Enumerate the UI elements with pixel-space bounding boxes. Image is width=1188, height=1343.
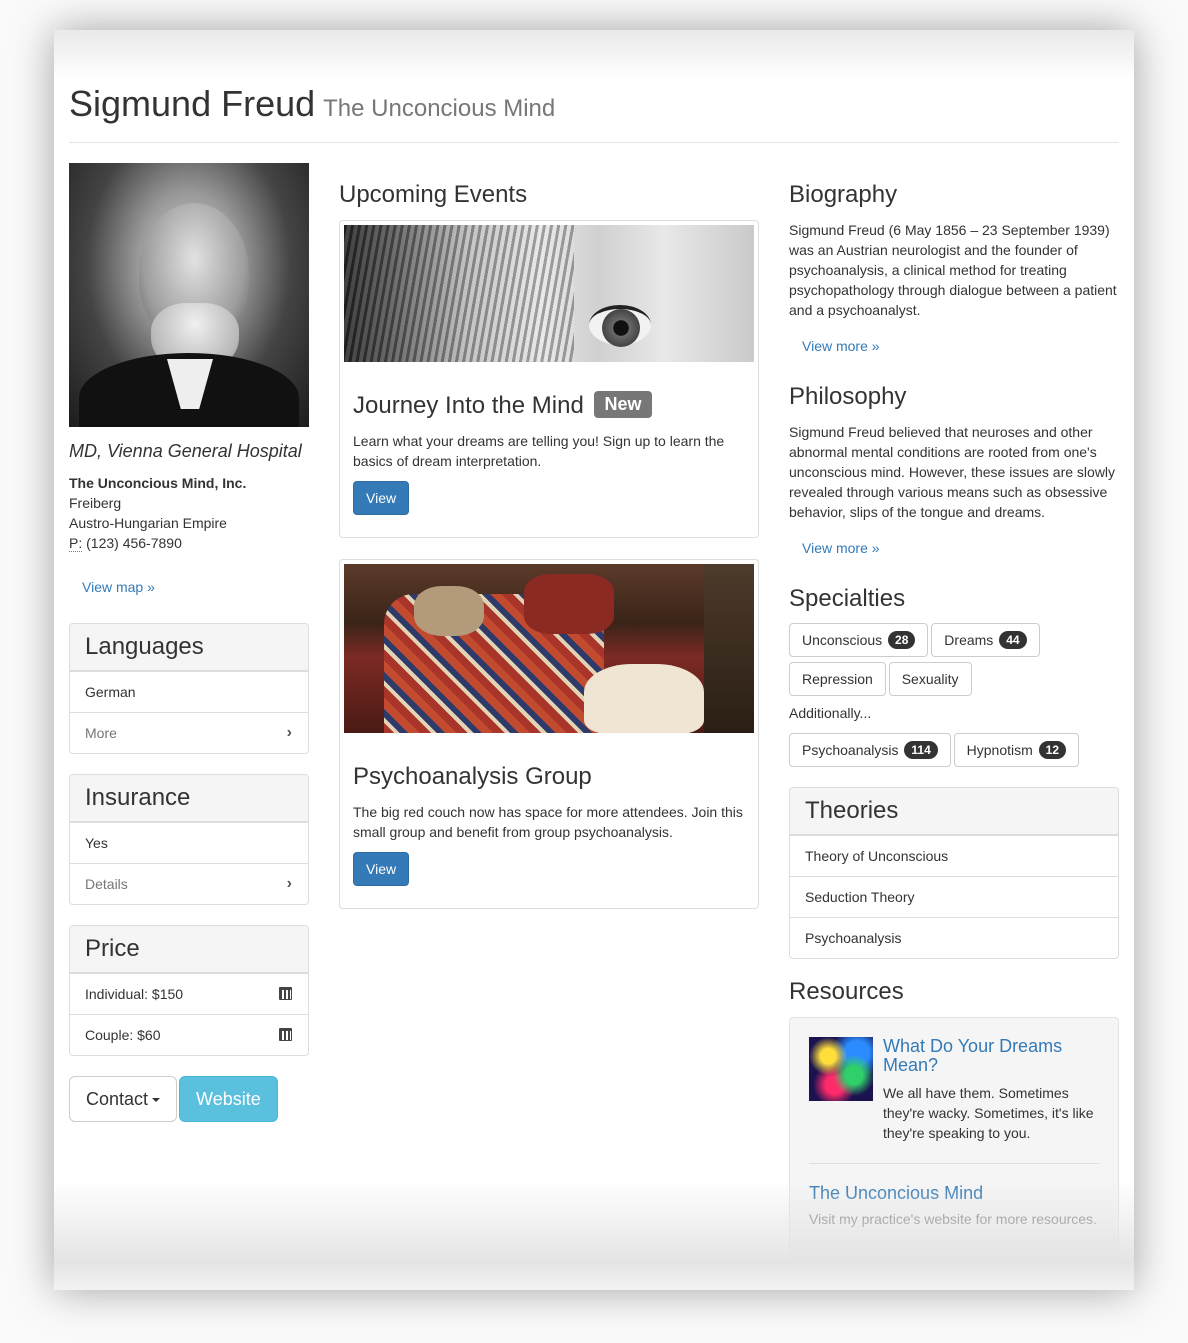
- calendar-icon: [279, 987, 292, 1000]
- page-title: Sigmund Freud The Unconcious Mind: [69, 82, 1119, 131]
- contact-label: Contact: [86, 1089, 149, 1109]
- insurance-heading: Insurance: [70, 775, 308, 822]
- biography-heading: Biography: [789, 181, 898, 208]
- insurance-panel: Insurance Yes Details ›: [69, 774, 309, 905]
- dreams-article-link[interactable]: What Do Your Dreams Mean?: [883, 1037, 1099, 1075]
- resources-well: What Do Your Dreams Mean? We all have th…: [789, 1017, 1119, 1277]
- practice-website-link[interactable]: The Unconcious Mind: [809, 1182, 1099, 1204]
- price-item-couple[interactable]: Couple: $60: [70, 1014, 308, 1055]
- left-column: MD, Vienna General Hospital The Unconcio…: [69, 163, 309, 1122]
- specialty-label: Unconscious: [802, 632, 883, 648]
- address: The Unconcious Mind, Inc. Freiberg Austr…: [69, 473, 309, 553]
- resource-feature: What Do Your Dreams Mean? We all have th…: [809, 1037, 1099, 1143]
- languages-more-item[interactable]: More ›: [70, 712, 308, 753]
- theories-panel: Theories Theory of Unconscious Seduction…: [789, 787, 1119, 959]
- specialty-label: Hypnotism: [966, 742, 1033, 758]
- country: Austro-Hungarian Empire: [69, 515, 227, 531]
- caret-down-icon: [152, 1098, 161, 1103]
- languages-more-label: More: [85, 725, 117, 741]
- website-button[interactable]: Website: [179, 1076, 278, 1122]
- event-description: Learn what your dreams are telling you! …: [353, 433, 725, 469]
- price-heading: Price: [70, 926, 308, 973]
- divider: [809, 1163, 1099, 1164]
- theory-item[interactable]: Theory of Unconscious: [790, 835, 1118, 876]
- philosophy-heading: Philosophy: [789, 383, 907, 410]
- count-badge: 28: [888, 631, 916, 649]
- portrait-image: [69, 163, 309, 427]
- doctor-title: MD, Vienna General Hospital: [69, 441, 302, 461]
- doctor-name: Sigmund Freud: [69, 83, 316, 124]
- theory-item[interactable]: Psychoanalysis: [790, 917, 1118, 958]
- philosophy-view-more-link[interactable]: View more »: [789, 532, 893, 564]
- practice-website-text: Visit my practice's website for more res…: [809, 1211, 1097, 1227]
- contact-dropdown-button[interactable]: Contact: [69, 1076, 178, 1122]
- count-badge: 44: [999, 631, 1027, 649]
- philosophy-text: Sigmund Freud believed that neuroses and…: [789, 424, 1116, 520]
- action-buttons: Contact Website: [69, 1076, 309, 1122]
- company-name: The Unconcious Mind, Inc.: [69, 475, 247, 491]
- view-event-button[interactable]: View: [353, 852, 410, 886]
- language-item: German: [70, 671, 308, 712]
- middle-column: Upcoming Events Journey Into the Mind Ne…: [339, 180, 759, 909]
- price-panel: Price Individual: $150 Couple: $60: [69, 925, 309, 1056]
- languages-panel: Languages German More ›: [69, 623, 309, 754]
- event-title: Psychoanalysis Group: [353, 763, 592, 790]
- count-badge: 12: [1038, 741, 1067, 759]
- insurance-value: Yes: [70, 822, 308, 863]
- specialty-label: Dreams: [944, 632, 994, 648]
- specialty-psychoanalysis-button[interactable]: Psychoanalysis 114: [789, 733, 951, 767]
- page-frame: Sigmund Freud The Unconcious Mind MD, Vie…: [54, 30, 1134, 1290]
- specialty-dreams-button[interactable]: Dreams 44: [931, 623, 1040, 657]
- insurance-details-item[interactable]: Details ›: [70, 863, 308, 904]
- price-label: Couple: $60: [85, 1027, 161, 1043]
- phone-label: P:: [69, 535, 83, 552]
- dreams-article-text: We all have them. Sometimes they're wack…: [883, 1085, 1094, 1141]
- specialty-hypnotism-button[interactable]: Hypnotism 12: [953, 733, 1080, 767]
- specialty-repression-button[interactable]: Repression: [789, 662, 886, 696]
- additionally-label: Additionally...: [789, 705, 872, 721]
- view-map-link[interactable]: View map »: [69, 571, 168, 603]
- resources-heading: Resources: [789, 978, 904, 1005]
- event-title-text: Journey Into the Mind: [353, 392, 584, 419]
- new-badge: New: [594, 391, 652, 418]
- event-card: Journey Into the Mind New Learn what you…: [339, 220, 759, 538]
- specialty-sexuality-button[interactable]: Sexuality: [888, 662, 972, 696]
- count-badge: 114: [904, 741, 938, 759]
- event-image-couch: [344, 564, 754, 733]
- insurance-details-label: Details: [85, 876, 128, 892]
- page-header: Sigmund Freud The Unconcious Mind: [69, 82, 1119, 143]
- theory-item[interactable]: Seduction Theory: [790, 876, 1118, 917]
- specialties-group: Unconscious 28 Dreams 44 Repression Sexu…: [789, 623, 1119, 701]
- events-heading: Upcoming Events: [339, 181, 528, 208]
- event-image-eye: [344, 225, 754, 362]
- biography-view-more-link[interactable]: View more »: [789, 330, 893, 362]
- calendar-icon: [279, 1028, 292, 1041]
- chevron-right-icon: ›: [286, 724, 292, 741]
- event-card: Psychoanalysis Group The big red couch n…: [339, 559, 759, 909]
- event-title: Journey Into the Mind New: [353, 391, 745, 421]
- chevron-right-icon: ›: [286, 875, 292, 892]
- phone-number: (123) 456-7890: [86, 535, 182, 551]
- top-fade: [54, 30, 1134, 80]
- specialty-unconscious-button[interactable]: Unconscious 28: [789, 623, 929, 657]
- specialties-heading: Specialties: [789, 585, 906, 612]
- theories-heading: Theories: [790, 788, 1118, 835]
- page-subtitle: The Unconcious Mind: [323, 95, 556, 122]
- dreams-thumbnail[interactable]: [809, 1037, 873, 1101]
- additional-specialties-group: Psychoanalysis 114 Hypnotism 12: [789, 733, 1119, 772]
- city: Freiberg: [69, 495, 122, 511]
- price-item-individual[interactable]: Individual: $150: [70, 973, 308, 1014]
- event-description: The big red couch now has space for more…: [353, 804, 743, 840]
- specialty-label: Psychoanalysis: [802, 742, 899, 758]
- price-label: Individual: $150: [85, 986, 184, 1002]
- view-event-button[interactable]: View: [353, 481, 410, 515]
- right-column: Biography Sigmund Freud (6 May 1856 – 23…: [789, 180, 1119, 1277]
- biography-text: Sigmund Freud (6 May 1856 – 23 September…: [789, 222, 1117, 318]
- languages-heading: Languages: [70, 624, 308, 671]
